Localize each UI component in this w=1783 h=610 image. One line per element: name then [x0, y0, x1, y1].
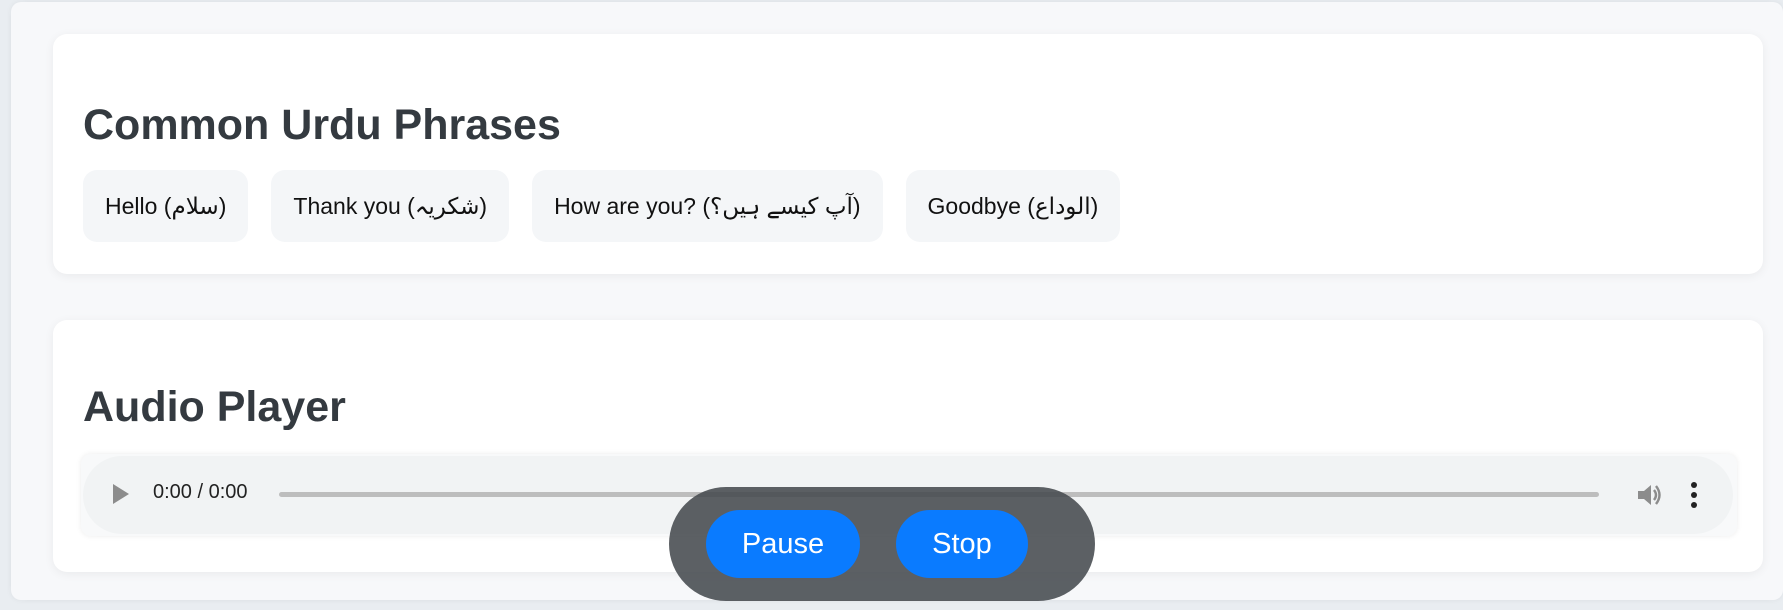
phrases-section-title: Common Urdu Phrases	[83, 101, 561, 149]
time-display: 0:00 / 0:00	[153, 481, 248, 503]
phrase-list: Hello (سلام) Thank you (شکریہ) How are y…	[83, 170, 1121, 242]
phrase-button-hello[interactable]: Hello (سلام)	[83, 170, 249, 242]
phrases-card: Common Urdu Phrases Hello (سلام) Thank y…	[53, 34, 1763, 274]
audio-section-title: Audio Player	[83, 383, 346, 431]
pause-button[interactable]: Pause	[706, 510, 860, 578]
phrase-button-how-are-you[interactable]: How are you? (آپ کیسے ہیں؟)	[532, 170, 883, 242]
volume-icon[interactable]	[1635, 482, 1663, 508]
floating-controls-bar: Pause Stop	[669, 487, 1095, 601]
stop-button[interactable]: Stop	[896, 510, 1028, 578]
play-icon[interactable]	[113, 484, 129, 504]
more-vertical-icon[interactable]	[1689, 480, 1699, 510]
phrase-button-thank-you[interactable]: Thank you (شکریہ)	[271, 170, 510, 242]
phrase-button-goodbye[interactable]: Goodbye (الوداع)	[905, 170, 1121, 242]
